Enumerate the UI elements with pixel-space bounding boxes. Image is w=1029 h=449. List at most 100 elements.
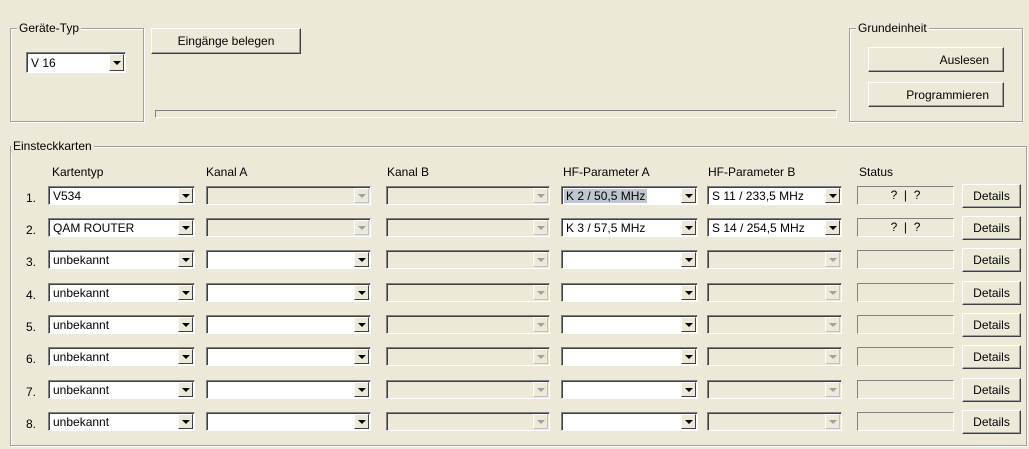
chevron-down-icon [533,414,548,429]
chevron-down-icon [354,220,369,235]
chevron-down-icon[interactable] [825,220,840,235]
row-number: 1. [26,191,37,205]
chevron-down-icon [825,414,840,429]
hf-param-b-select-value: S 14 / 254,5 MHz [712,221,805,235]
hf-param-b-select [707,412,842,431]
chevron-down-icon[interactable] [354,414,369,429]
card-type-select-value: unbekannt [53,350,110,364]
table-row: 3. unbekannt Details [0,248,1029,272]
card-type-select[interactable]: unbekannt [48,380,195,399]
details-button[interactable]: Details [962,313,1021,337]
hf-param-b-select [707,250,842,269]
card-type-select[interactable]: unbekannt [48,315,195,334]
card-type-select-value: unbekannt [53,415,110,429]
plug-in-cards-legend: Einsteckkarten [11,139,94,153]
hf-param-a-select-value: K 3 / 57,5 MHz [566,221,646,235]
chevron-down-icon[interactable] [681,220,696,235]
hf-param-b-select-value: S 11 / 233,5 MHz [712,189,804,203]
chevron-down-icon [533,285,548,300]
card-type-select[interactable]: unbekannt [48,412,195,431]
chevron-down-icon [533,188,548,203]
chevron-down-icon[interactable] [354,349,369,364]
channel-a-select[interactable] [206,380,371,399]
hf-param-b-select[interactable]: S 14 / 254,5 MHz [707,218,842,237]
chevron-down-icon[interactable] [178,382,193,397]
chevron-down-icon[interactable] [178,317,193,332]
chevron-down-icon[interactable] [681,317,696,332]
chevron-down-icon [354,188,369,203]
details-button[interactable]: Details [962,216,1021,240]
chevron-down-icon[interactable] [681,414,696,429]
card-type-select[interactable]: unbekannt [48,283,195,302]
card-type-select[interactable]: V534 [48,186,195,205]
chevron-down-icon[interactable] [178,285,193,300]
chevron-down-icon[interactable] [178,188,193,203]
card-type-select-value: unbekannt [53,253,110,267]
header-card-type: Kartentyp [52,165,104,179]
chevron-down-icon[interactable] [681,382,696,397]
status-field [857,283,954,302]
chevron-down-icon[interactable] [681,188,696,203]
read-button[interactable]: Auslesen [868,47,1004,72]
row-number: 3. [26,255,37,269]
program-button[interactable]: Programmieren [868,82,1004,107]
details-button[interactable]: Details [962,345,1021,369]
chevron-down-icon[interactable] [354,317,369,332]
chevron-down-icon[interactable] [178,414,193,429]
device-type-legend: Geräte-Typ [17,21,82,35]
card-type-select-value: QAM ROUTER [53,221,135,235]
device-type-select[interactable]: V 16 [26,52,126,73]
hf-param-b-select [707,347,842,366]
chevron-down-icon[interactable] [354,285,369,300]
details-button[interactable]: Details [962,281,1021,305]
hf-param-a-select[interactable]: K 2 / 50,5 MHz [561,186,698,205]
channel-a-select[interactable] [206,283,371,302]
hf-param-a-select[interactable] [561,347,698,366]
card-type-select[interactable]: unbekannt [48,250,195,269]
chevron-down-icon [825,382,840,397]
chevron-down-icon[interactable] [681,285,696,300]
chevron-down-icon[interactable] [354,382,369,397]
row-number: 8. [26,417,37,431]
status-field [857,412,954,431]
hf-param-b-select[interactable]: S 11 / 233,5 MHz [707,186,842,205]
header-channel-b: Kanal B [387,165,430,179]
hf-param-a-select-value: K 2 / 50,5 MHz [564,189,648,203]
row-number: 6. [26,352,37,366]
chevron-down-icon[interactable] [681,252,696,267]
chevron-down-icon[interactable] [681,349,696,364]
hf-param-a-select[interactable] [561,283,698,302]
chevron-down-icon [533,317,548,332]
channel-a-select[interactable] [206,412,371,431]
channel-a-select[interactable] [206,347,371,366]
card-type-select[interactable]: QAM ROUTER [48,218,195,237]
assign-inputs-button[interactable]: Eingänge belegen [151,28,301,54]
chevron-down-icon [825,252,840,267]
details-button[interactable]: Details [962,184,1021,208]
chevron-down-icon[interactable] [354,252,369,267]
details-button[interactable]: Details [962,248,1021,272]
card-type-select-value: unbekannt [53,318,110,332]
hf-param-b-select [707,380,842,399]
details-button[interactable]: Details [962,410,1021,434]
chevron-down-icon[interactable] [178,252,193,267]
chevron-down-icon[interactable] [109,54,124,71]
hf-param-a-select[interactable] [561,250,698,269]
hf-param-a-select[interactable]: K 3 / 57,5 MHz [561,218,698,237]
chevron-down-icon[interactable] [178,349,193,364]
row-number: 4. [26,288,37,302]
chevron-down-icon[interactable] [825,188,840,203]
channel-a-select[interactable] [206,250,371,269]
details-button[interactable]: Details [962,378,1021,402]
hf-param-a-select[interactable] [561,315,698,334]
base-unit-group: Grundeinheit Auslesen Programmieren [849,21,1023,122]
channel-b-select [386,250,550,269]
hf-param-a-select[interactable] [561,412,698,431]
header-status: Status [859,165,894,179]
channel-b-select [386,186,550,205]
hf-param-a-select[interactable] [561,380,698,399]
chevron-down-icon[interactable] [178,220,193,235]
card-type-select[interactable]: unbekannt [48,347,195,366]
chevron-down-icon [533,220,548,235]
channel-a-select[interactable] [206,315,371,334]
